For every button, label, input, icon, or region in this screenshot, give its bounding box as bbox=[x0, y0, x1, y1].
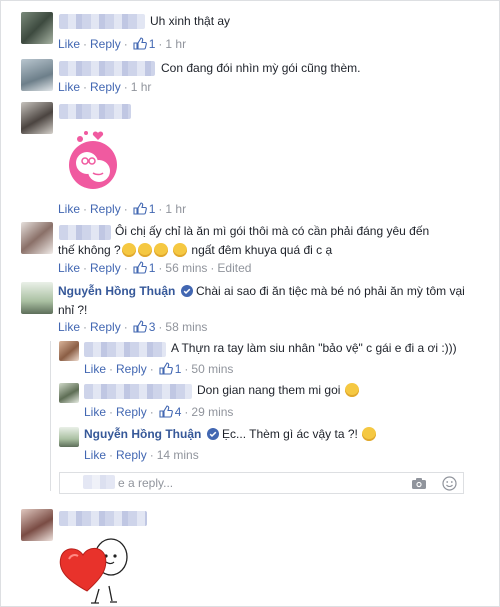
avatar[interactable] bbox=[21, 509, 53, 541]
like-link[interactable]: Like bbox=[84, 405, 106, 419]
avatar[interactable] bbox=[21, 12, 53, 44]
emoji-icon bbox=[153, 243, 168, 257]
comment-text: Uh xinh thật ay bbox=[150, 14, 231, 28]
commenter-name[interactable]: Nguyễn Hồng Thuận bbox=[84, 427, 201, 441]
timestamp[interactable]: 1 hr bbox=[165, 37, 186, 51]
emoji-icon bbox=[362, 427, 377, 441]
comment-actions: Like · Reply · 1 · 1 hr bbox=[58, 36, 186, 54]
reply-thread-rail bbox=[50, 341, 51, 491]
timestamp[interactable]: 1 hr bbox=[131, 80, 152, 94]
like-link[interactable]: Like bbox=[58, 80, 80, 94]
emoji-icon bbox=[173, 243, 188, 257]
avatar[interactable] bbox=[59, 383, 79, 403]
timestamp[interactable]: 58 mins bbox=[165, 320, 207, 334]
comment-text-line2: nhỉ ?! bbox=[58, 303, 88, 317]
comment-actions: Like · Reply · 1 · 1 hr bbox=[58, 201, 186, 219]
comment-thread: Uh xinh thật ay Like · Reply · 1 · 1 hr Con đa… bbox=[0, 0, 500, 607]
avatar[interactable] bbox=[21, 59, 53, 91]
reply-link[interactable]: Reply bbox=[90, 261, 121, 275]
commenter-name[interactable] bbox=[59, 61, 155, 76]
commenter-name[interactable] bbox=[59, 104, 131, 119]
like-count[interactable]: 1 bbox=[149, 261, 156, 275]
edited-label[interactable]: Edited bbox=[217, 261, 251, 275]
like-count[interactable]: 3 bbox=[149, 320, 156, 334]
like-link[interactable]: Like bbox=[84, 448, 106, 462]
emoji-icon bbox=[344, 383, 359, 397]
like-count[interactable]: 4 bbox=[175, 405, 182, 419]
comment-actions: Like · Reply · 3 · 58 mins bbox=[58, 319, 207, 337]
reply-link[interactable]: Reply bbox=[116, 362, 147, 376]
sticker-image[interactable] bbox=[55, 531, 133, 606]
commenter-name[interactable] bbox=[59, 14, 145, 29]
verified-badge-icon bbox=[180, 284, 193, 303]
avatar[interactable] bbox=[59, 427, 79, 447]
avatar[interactable] bbox=[21, 282, 53, 314]
reply-link[interactable]: Reply bbox=[116, 448, 147, 462]
reply-actions: Like · Reply · 14 mins bbox=[84, 448, 199, 462]
reply-link[interactable]: Reply bbox=[90, 202, 121, 216]
blurred-placeholder-start bbox=[83, 475, 115, 489]
like-icon[interactable] bbox=[133, 261, 147, 278]
timestamp[interactable]: 56 mins bbox=[165, 261, 207, 275]
commenter-name[interactable] bbox=[59, 511, 147, 526]
commenter-name[interactable] bbox=[84, 384, 192, 399]
comment-text-line2: thế không ? ngất đêm khuya quá đi c ạ bbox=[58, 243, 333, 257]
sticker-image[interactable] bbox=[58, 127, 128, 197]
like-icon[interactable] bbox=[159, 405, 173, 422]
like-count[interactable]: 1 bbox=[149, 37, 156, 51]
like-link[interactable]: Like bbox=[58, 261, 80, 275]
reply-text: Nguyễn Hồng Thuận Ẹc... Thèm gì ác vậy t… bbox=[84, 425, 377, 446]
comment-actions: Like · Reply · 1 hr bbox=[58, 80, 152, 94]
like-icon[interactable] bbox=[133, 320, 147, 337]
reply-actions: Like · Reply · 4 · 29 mins bbox=[84, 404, 233, 422]
like-count[interactable]: 1 bbox=[175, 362, 182, 376]
avatar[interactable] bbox=[21, 222, 53, 254]
avatar[interactable] bbox=[21, 102, 53, 134]
verified-badge-icon bbox=[206, 427, 219, 446]
commenter-name[interactable] bbox=[84, 342, 166, 357]
emoji-icon[interactable] bbox=[442, 476, 457, 494]
reply-link[interactable]: Reply bbox=[90, 320, 121, 334]
timestamp[interactable]: 50 mins bbox=[191, 362, 233, 376]
reply-text: A Thựn ra tay làm siu nhân "bảo vệ" c gá… bbox=[171, 341, 457, 355]
timestamp[interactable]: 14 mins bbox=[157, 448, 199, 462]
like-link[interactable]: Like bbox=[58, 202, 80, 216]
timestamp[interactable]: 29 mins bbox=[191, 405, 233, 419]
like-count[interactable]: 1 bbox=[149, 202, 156, 216]
like-icon[interactable] bbox=[133, 37, 147, 54]
timestamp[interactable]: 1 hr bbox=[165, 202, 186, 216]
avatar[interactable] bbox=[59, 341, 79, 361]
emoji-icon bbox=[137, 243, 152, 257]
camera-icon[interactable] bbox=[411, 477, 427, 493]
reply-link[interactable]: Reply bbox=[116, 405, 147, 419]
comment-text: Con đang đói nhìn mỳ gói cũng thèm. bbox=[161, 61, 361, 75]
like-link[interactable]: Like bbox=[58, 320, 80, 334]
reply-link[interactable]: Reply bbox=[90, 37, 121, 51]
comment-actions: Like · Reply · 1 · 56 mins · Edited bbox=[58, 260, 251, 278]
like-icon[interactable] bbox=[133, 202, 147, 219]
reply-text: Don gian nang them mi goi bbox=[197, 381, 360, 400]
comment-text-line1: Ôi chị ấy chỉ là ăn mì gói thôi mà có cầ… bbox=[115, 224, 430, 238]
like-link[interactable]: Like bbox=[58, 37, 80, 51]
reply-actions: Like · Reply · 1 · 50 mins bbox=[84, 361, 233, 379]
comment-text-line1: Nguyễn Hồng Thuận Chài ai sao đi ăn tiệc… bbox=[58, 282, 465, 303]
reply-placeholder: e a reply... bbox=[118, 476, 174, 490]
commenter-name[interactable] bbox=[59, 225, 111, 240]
emoji-icon bbox=[121, 243, 136, 257]
commenter-name[interactable]: Nguyễn Hồng Thuận bbox=[58, 284, 175, 298]
like-icon[interactable] bbox=[159, 362, 173, 379]
reply-link[interactable]: Reply bbox=[90, 80, 121, 94]
like-link[interactable]: Like bbox=[84, 362, 106, 376]
